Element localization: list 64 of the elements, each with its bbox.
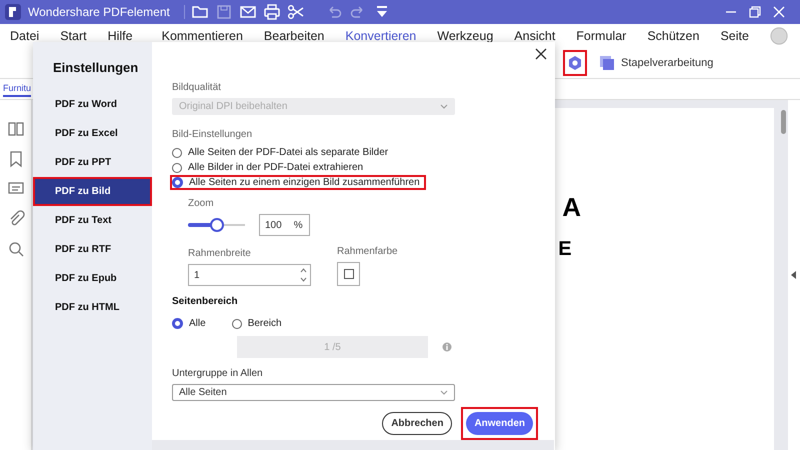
apply-button[interactable]: Anwenden: [466, 412, 533, 435]
field-label: Rahmenbreite: [188, 248, 252, 259]
pages-icon[interactable]: [6, 120, 25, 138]
sidebar-item[interactable]: PDF zu Epub: [33, 264, 152, 293]
menu-item[interactable]: Seite: [720, 29, 749, 43]
stack-icon: [599, 55, 615, 71]
close-icon[interactable]: [535, 48, 547, 60]
section-label: Bild-Einstellungen: [172, 129, 254, 140]
radio-option[interactable]: Alle: [170, 315, 212, 332]
menu-item[interactable]: Formular: [576, 29, 626, 43]
print-icon[interactable]: [262, 3, 281, 21]
radio-button[interactable]: [172, 148, 182, 158]
sidebar-item[interactable]: PDF zu RTF: [33, 235, 152, 264]
app-logo-icon: [4, 3, 22, 21]
menu-item[interactable]: Ansicht: [514, 29, 556, 43]
page-text: A: [562, 192, 582, 223]
radio-button[interactable]: [232, 318, 242, 328]
page-text: E: [558, 238, 572, 261]
expand-arrow-icon[interactable]: [791, 271, 798, 279]
menu-item[interactable]: Werkzeug: [437, 29, 494, 43]
slider-thumb[interactable]: [210, 218, 224, 232]
field-label: Untergruppe in Allen: [172, 368, 264, 379]
sidebar-item[interactable]: PDF zu Word: [33, 90, 152, 119]
sidebar-item[interactable]: PDF zu PPT: [33, 148, 152, 177]
field-label: Rahmenfarbe: [337, 246, 398, 257]
color-swatch-button[interactable]: [337, 262, 360, 286]
batch-button[interactable]: Stapelverarbeitung: [595, 50, 718, 76]
menu-item[interactable]: Bearbeiten: [264, 29, 324, 43]
border-width-input[interactable]: 1: [188, 264, 311, 286]
field-label: Bildqualität: [172, 82, 222, 93]
subset-select[interactable]: Alle Seiten: [172, 384, 455, 401]
settings-icon: [567, 55, 583, 71]
restore-icon[interactable]: [748, 5, 762, 19]
radio-option[interactable]: Alle Seiten der PDF-Datei als separate Bilder: [170, 145, 394, 160]
section-heading: Seitenbereich: [172, 296, 239, 307]
sidebar-item[interactable]: PDF zu Excel: [33, 119, 152, 148]
menu-item[interactable]: Hilfe: [108, 29, 133, 43]
radio-option[interactable]: Alle Seiten zu einem einzigen Bild zusammenführen: [170, 175, 426, 190]
menu-item[interactable]: Schützen: [647, 29, 700, 43]
sidebar-item[interactable]: PDF zu Bild: [33, 177, 152, 206]
zoom-input[interactable]: 100 %: [259, 214, 310, 236]
menu-item[interactable]: Datei: [10, 29, 40, 43]
menu-item[interactable]: Start: [60, 29, 87, 43]
chevron-down-icon[interactable]: [440, 390, 448, 395]
square-icon: [344, 269, 354, 279]
scissors-icon[interactable]: [286, 3, 305, 21]
window-title: Wondershare PDFelement: [28, 5, 170, 19]
unit-label: %: [294, 220, 303, 230]
sidebar-item[interactable]: PDF zu HTML: [33, 293, 152, 322]
menu-item[interactable]: Kommentieren: [162, 29, 243, 43]
radio-option[interactable]: Alle Bilder in der PDF-Datei extrahieren: [170, 160, 370, 175]
settings-button[interactable]: [563, 50, 587, 76]
radio-button[interactable]: [172, 162, 182, 172]
radio-button[interactable]: [172, 177, 183, 188]
sidebar-item[interactable]: PDF zu Text: [33, 206, 152, 235]
search-icon[interactable]: [6, 240, 25, 258]
radio-button[interactable]: [172, 318, 183, 329]
field-label: Zoom: [188, 198, 215, 209]
menu-item[interactable]: Konvertieren: [345, 29, 416, 43]
dialog-title: Einstellungen: [53, 60, 140, 75]
cancel-button[interactable]: Abbrechen: [382, 412, 452, 435]
document-tab[interactable]: Furnitu: [3, 81, 32, 97]
radio-option[interactable]: Bereich: [230, 315, 288, 332]
spinner-arrows-icon[interactable]: [300, 267, 307, 283]
